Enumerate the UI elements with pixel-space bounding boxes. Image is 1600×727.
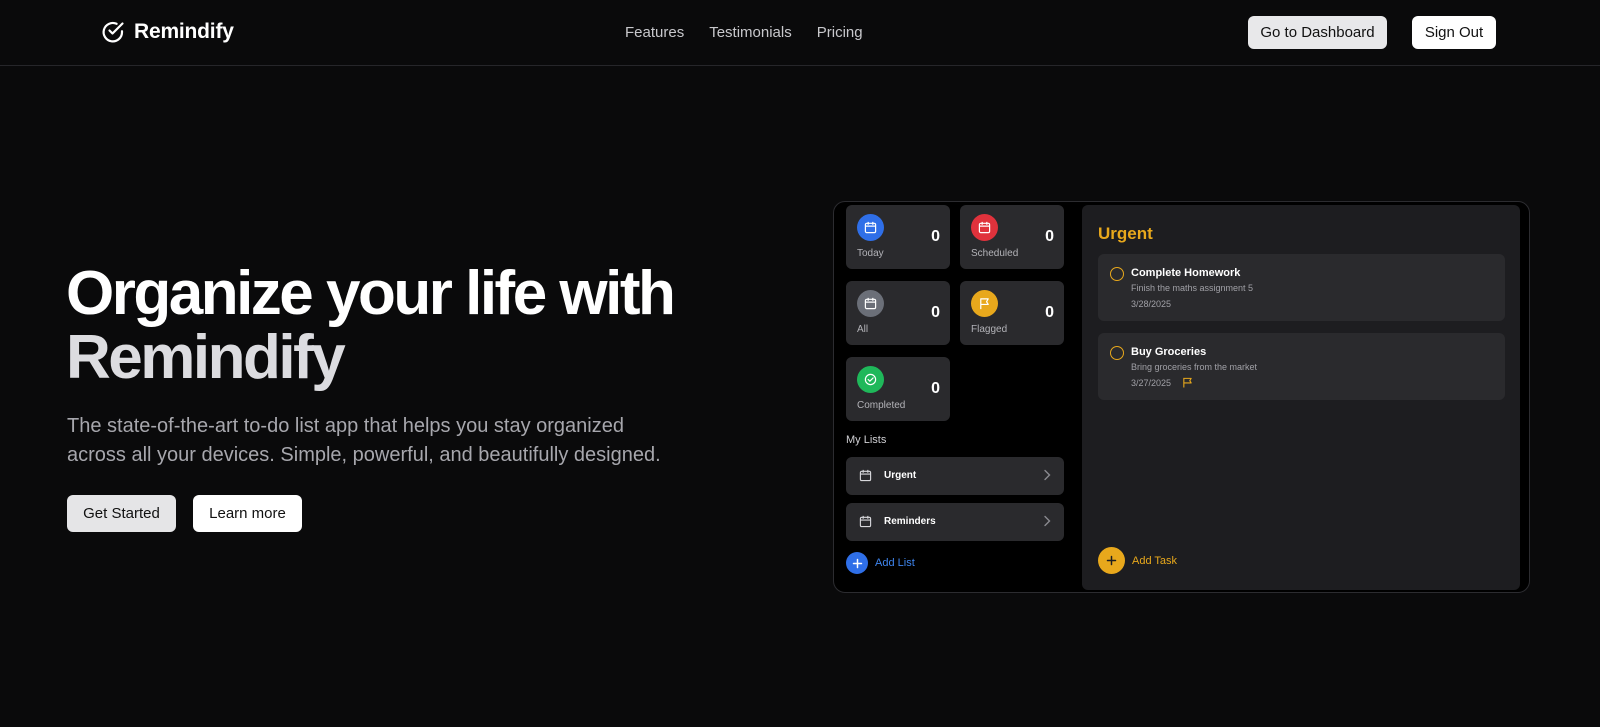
hero-title: Organize your life with Remindify	[66, 262, 766, 390]
hero-subtitle-line1: The state-of-the-art to-do list app that…	[67, 415, 624, 437]
tile-label: Completed	[857, 400, 906, 411]
list-name: Urgent	[884, 470, 917, 481]
hero-title-line2: Remindify	[66, 323, 346, 392]
list-detail-title: Urgent	[1098, 224, 1153, 243]
tile-all[interactable]: All 0	[846, 281, 950, 345]
tile-count: 0	[1045, 228, 1054, 245]
go-to-dashboard-button[interactable]: Go to Dashboard	[1248, 16, 1387, 49]
list-item-urgent[interactable]: Urgent	[846, 457, 1064, 495]
nav-link-testimonials[interactable]: Testimonials	[709, 24, 792, 41]
task-item[interactable]: Complete Homework Finish the maths assig…	[1098, 254, 1505, 321]
hero-subtitle: The state-of-the-art to-do list app that…	[67, 412, 707, 470]
list-item-reminders[interactable]: Reminders	[846, 503, 1064, 541]
nav-link-features[interactable]: Features	[625, 24, 684, 41]
brand-name: Remindify	[134, 20, 234, 43]
calendar-icon	[857, 290, 884, 317]
tile-flagged[interactable]: Flagged 0	[960, 281, 1064, 345]
tile-count: 0	[1045, 304, 1054, 321]
tile-today[interactable]: Today 0	[846, 205, 950, 269]
add-task-label: Add Task	[1132, 554, 1178, 567]
learn-more-button[interactable]: Learn more	[193, 495, 302, 532]
flag-icon	[1182, 377, 1193, 388]
tile-count: 0	[931, 304, 940, 321]
my-lists-title: My Lists	[846, 434, 887, 446]
get-started-button[interactable]: Get Started	[67, 495, 176, 532]
task-date: 3/28/2025	[1131, 299, 1172, 309]
list-detail-panel: Urgent Complete Homework Finish the math…	[1082, 205, 1520, 590]
calendar-icon	[859, 515, 872, 528]
app-preview: Today 0 Scheduled 0 All 0 Flagged 0 Comp…	[833, 201, 1530, 593]
main-nav: Features Testimonials Pricing	[625, 24, 863, 41]
hero-title-line1: Organize your life with	[66, 259, 676, 328]
add-list-button[interactable]: Add List	[846, 552, 915, 574]
chevron-right-icon	[1042, 469, 1052, 481]
task-checkbox[interactable]	[1110, 346, 1124, 360]
task-item[interactable]: Buy Groceries Bring groceries from the m…	[1098, 333, 1505, 400]
task-title: Complete Homework	[1131, 267, 1241, 279]
chevron-right-icon	[1042, 515, 1052, 527]
tile-label: All	[857, 324, 869, 335]
task-date: 3/27/2025	[1131, 378, 1172, 388]
add-list-label: Add List	[875, 557, 915, 569]
list-name: Reminders	[884, 516, 936, 527]
tile-label: Flagged	[971, 324, 1008, 335]
calendar-icon	[859, 469, 872, 482]
tile-label: Scheduled	[971, 248, 1019, 259]
tile-completed[interactable]: Completed 0	[846, 357, 950, 421]
check-circle-icon	[857, 366, 884, 393]
tile-label: Today	[857, 248, 884, 259]
task-description: Finish the maths assignment 5	[1131, 283, 1254, 293]
plus-icon	[1098, 547, 1125, 574]
brand-logo[interactable]: Remindify	[100, 19, 234, 45]
nav-link-pricing[interactable]: Pricing	[817, 24, 863, 41]
check-circle-icon	[100, 19, 126, 45]
task-title: Buy Groceries	[1131, 346, 1207, 358]
top-nav-bar: Remindify Features Testimonials Pricing …	[0, 0, 1600, 66]
flag-icon	[971, 290, 998, 317]
tile-count: 0	[931, 380, 940, 397]
calendar-icon	[857, 214, 884, 241]
plus-icon	[846, 552, 868, 574]
calendar-icon	[971, 214, 998, 241]
hero-subtitle-line2: across all your devices. Simple, powerfu…	[67, 444, 661, 466]
tile-scheduled[interactable]: Scheduled 0	[960, 205, 1064, 269]
task-description: Bring groceries from the market	[1131, 362, 1258, 372]
add-task-button[interactable]: Add Task	[1098, 547, 1177, 574]
sign-out-button[interactable]: Sign Out	[1412, 16, 1496, 49]
tile-count: 0	[931, 228, 940, 245]
task-checkbox[interactable]	[1110, 267, 1124, 281]
